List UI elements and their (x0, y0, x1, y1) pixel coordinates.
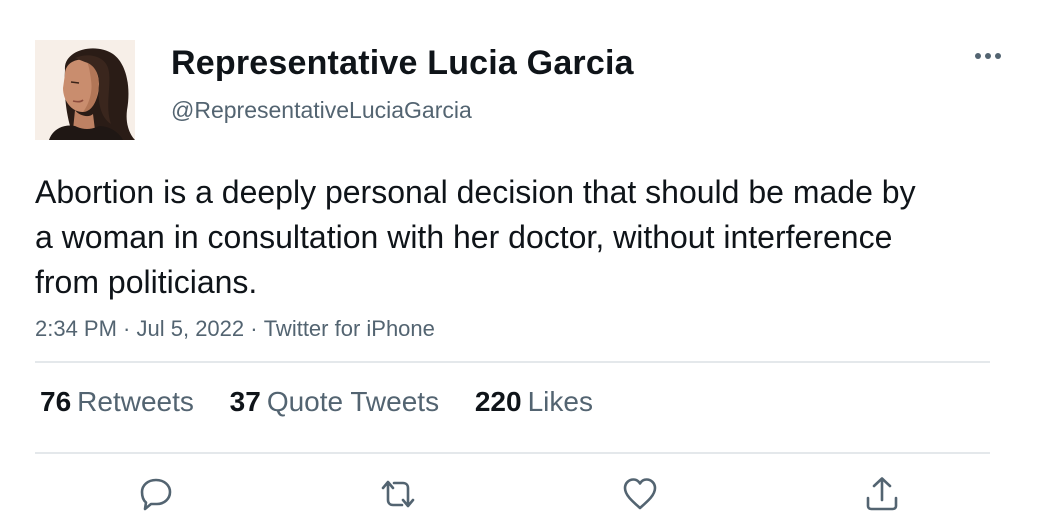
reply-icon[interactable] (136, 474, 176, 514)
author-display-name[interactable]: Representative Lucia Garcia (171, 44, 634, 83)
retweets-label: Retweets (77, 386, 194, 417)
meta-separator: · (116, 316, 137, 341)
tweet-time[interactable]: 2:34 PM (35, 316, 117, 342)
divider (35, 361, 990, 363)
share-icon[interactable] (862, 474, 902, 514)
tweet-source[interactable]: Twitter for iPhone (264, 316, 435, 342)
retweet-icon[interactable] (378, 474, 418, 514)
tweet-date[interactable]: Jul 5, 2022 (137, 316, 245, 342)
retweets-stat[interactable]: 76 Retweets (40, 386, 194, 418)
tweet-text: Abortion is a deeply personal decision t… (35, 174, 916, 300)
more-options-icon[interactable] (970, 44, 1006, 68)
divider (35, 452, 990, 454)
meta-separator: · (244, 316, 264, 341)
avatar[interactable] (35, 40, 135, 140)
tweet-stats: 76 Retweets 37 Quote Tweets 220 Likes (40, 386, 621, 418)
tweet-meta: 2:34 PM · Jul 5, 2022 · Twitter for iPho… (35, 316, 435, 342)
author-handle[interactable]: @RepresentativeLuciaGarcia (171, 97, 472, 124)
quote-tweets-count: 37 (229, 386, 261, 417)
likes-count: 220 (474, 386, 522, 417)
likes-label: Likes (527, 386, 593, 417)
quote-tweets-stat[interactable]: 37 Quote Tweets (230, 386, 439, 418)
like-icon[interactable] (620, 474, 660, 514)
profile-photo-icon (35, 40, 135, 140)
likes-stat[interactable]: 220 Likes (475, 386, 593, 418)
quote-tweets-label: Quote Tweets (266, 386, 440, 417)
retweets-count: 76 (40, 386, 72, 417)
tweet-card: Representative Lucia Garcia @Representat… (0, 0, 1050, 525)
